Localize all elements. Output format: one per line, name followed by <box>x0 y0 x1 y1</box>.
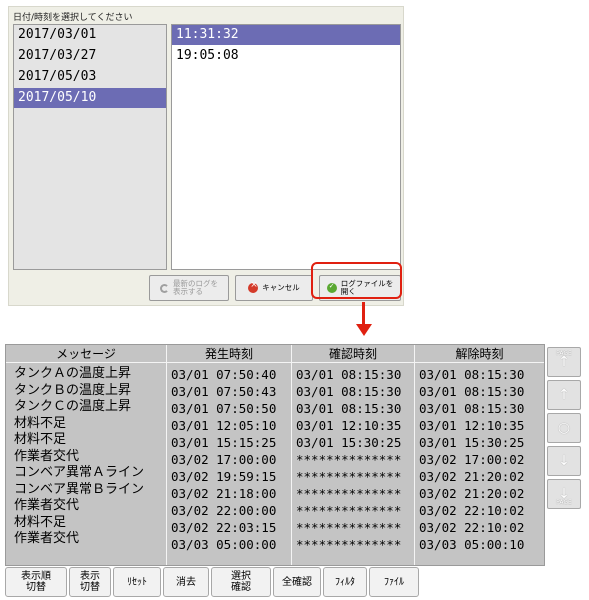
cancel-icon <box>248 281 259 293</box>
cleared-time-cell[interactable]: 03/02 17:00:02 <box>415 451 544 468</box>
occurred-time-cell[interactable]: 03/01 07:50:50 <box>167 400 291 417</box>
message-cells: タンクＡの温度上昇 タンクＢの温度上昇 タンクＣの温度上昇 材料不足 材料不足 作業者交代… <box>6 363 166 548</box>
message-column: メッセージ タンクＡの温度上昇 タンクＢの温度上昇 タンクＣの温度上昇 材料不足 材料不… <box>6 345 166 565</box>
occurred-time-cell[interactable]: 03/02 19:59:15 <box>167 468 291 485</box>
filter-button[interactable]: ﾌｨﾙﾀ <box>323 567 367 597</box>
dialog-title: 日付/時刻を選択してください <box>13 13 133 23</box>
cleared-time-cell[interactable]: 03/01 08:15:30 <box>415 400 544 417</box>
cleared-time-cell[interactable]: 03/01 08:15:30 <box>415 366 544 383</box>
cancel-button[interactable]: キャンセル <box>235 275 313 301</box>
date-item[interactable]: 2017/05/03 <box>14 67 166 87</box>
occurred-time-cell[interactable]: 03/02 21:18:00 <box>167 485 291 502</box>
cancel-label: キャンセル <box>262 283 300 292</box>
highlight-box <box>311 262 402 299</box>
time-item-selected[interactable]: 11:31:32 <box>172 25 400 45</box>
date-item[interactable]: 2017/03/27 <box>14 46 166 66</box>
occurred-time-cell[interactable]: 03/01 07:50:40 <box>167 366 291 383</box>
refresh-icon <box>160 283 169 293</box>
arrow-down-icon <box>362 302 365 326</box>
message-cell[interactable]: コンベア異常Ｂライン <box>6 482 166 499</box>
message-cell[interactable]: コンベア異常Ａライン <box>6 465 166 482</box>
cleared-cells: 03/01 08:15:30 03/01 08:15:30 03/01 08:15:… <box>415 363 544 553</box>
page-label: PAGE <box>556 499 572 506</box>
confirmed-time-cell[interactable]: 03/01 15:30:25 <box>292 434 414 451</box>
confirmed-time-cell[interactable]: 03/01 08:15:30 <box>292 366 414 383</box>
cleared-time-cell[interactable]: 03/01 15:30:25 <box>415 434 544 451</box>
log-file-dialog: 日付/時刻を選択してください 2017/03/01 2017/03/27 201… <box>8 6 404 306</box>
occurred-time-cell[interactable]: 03/01 15:15:25 <box>167 434 291 451</box>
occurred-time-cell[interactable]: 03/01 07:50:43 <box>167 383 291 400</box>
cleared-time-cell[interactable]: 03/02 22:10:02 <box>415 502 544 519</box>
message-cell[interactable]: 材料不足 <box>6 432 166 449</box>
page-up-button[interactable]: PAGE ↑ <box>547 347 581 377</box>
message-cell[interactable]: 作業者交代 <box>6 531 166 548</box>
confirmed-column: 確認時刻 03/01 08:15:30 03/01 08:15:30 03/01 0… <box>291 345 414 565</box>
scroll-down-button[interactable]: ↓ <box>547 446 581 476</box>
confirmed-header: 確認時刻 <box>292 345 414 363</box>
file-button[interactable]: ﾌｧｲﾙ <box>369 567 419 597</box>
arrow-down-icon: ↓ <box>558 453 570 469</box>
occurred-time-cell[interactable]: 03/02 17:00:00 <box>167 451 291 468</box>
confirmed-time-cell[interactable]: 03/01 08:15:30 <box>292 400 414 417</box>
date-item[interactable]: 2017/03/01 <box>14 25 166 45</box>
message-cell[interactable]: 作業者交代 <box>6 498 166 515</box>
occurred-time-cell[interactable]: 03/03 05:00:00 <box>167 536 291 553</box>
message-cell[interactable]: 材料不足 <box>6 416 166 433</box>
cleared-time-cell[interactable]: 03/02 21:20:02 <box>415 485 544 502</box>
display-order-toggle-button[interactable]: 表示順 切替 <box>5 567 67 597</box>
confirm-selected-button[interactable]: 選択 確認 <box>211 567 271 597</box>
occurred-header: 発生時刻 <box>167 345 291 363</box>
date-item-selected[interactable]: 2017/05/10 <box>14 88 166 108</box>
reset-button[interactable]: ﾘｾｯﾄ <box>113 567 161 597</box>
occurred-cells: 03/01 07:50:40 03/01 07:50:43 03/01 07:50:… <box>167 363 291 553</box>
time-item[interactable]: 19:05:08 <box>172 46 400 66</box>
scroll-up-button[interactable]: ↑ <box>547 380 581 410</box>
circle-icon: ○ <box>557 420 571 436</box>
cleared-time-cell[interactable]: 03/02 22:10:02 <box>415 519 544 536</box>
confirmed-time-cell[interactable]: ************** <box>292 536 414 553</box>
show-latest-log-button[interactable]: 最新のログを 表示する <box>149 275 229 301</box>
arrow-up-icon: ↑ <box>558 387 570 403</box>
confirmed-time-cell[interactable]: ************** <box>292 451 414 468</box>
cleared-time-cell[interactable]: 03/03 05:00:10 <box>415 536 544 553</box>
confirmed-cells: 03/01 08:15:30 03/01 08:15:30 03/01 08:15:… <box>292 363 414 553</box>
time-list[interactable]: 11:31:32 19:05:08 <box>171 24 401 270</box>
center-button[interactable]: ○ <box>547 413 581 443</box>
cleared-time-cell[interactable]: 03/02 21:20:02 <box>415 468 544 485</box>
confirmed-time-cell[interactable]: ************** <box>292 519 414 536</box>
confirmed-time-cell[interactable]: ************** <box>292 468 414 485</box>
show-latest-log-label: 最新のログを 表示する <box>173 279 218 296</box>
page-down-button[interactable]: ↓ PAGE <box>547 479 581 509</box>
confirmed-time-cell[interactable]: 03/01 08:15:30 <box>292 383 414 400</box>
cleared-time-cell[interactable]: 03/01 12:10:35 <box>415 417 544 434</box>
occurred-column: 発生時刻 03/01 07:50:40 03/01 07:50:43 03/01 0… <box>166 345 291 565</box>
cleared-time-cell[interactable]: 03/01 08:15:30 <box>415 383 544 400</box>
message-cell[interactable]: タンクＡの温度上昇 <box>6 366 166 383</box>
display-toggle-button[interactable]: 表示 切替 <box>69 567 111 597</box>
alarm-log-table[interactable]: メッセージ タンクＡの温度上昇 タンクＢの温度上昇 タンクＣの温度上昇 材料不足 材料不… <box>5 344 545 566</box>
message-cell[interactable]: タンクＢの温度上昇 <box>6 383 166 400</box>
confirm-all-button[interactable]: 全確認 <box>273 567 321 597</box>
occurred-time-cell[interactable]: 03/01 12:05:10 <box>167 417 291 434</box>
message-cell[interactable]: 作業者交代 <box>6 449 166 466</box>
cleared-header: 解除時刻 <box>415 345 544 363</box>
arrow-head-icon <box>356 324 372 336</box>
delete-button[interactable]: 消去 <box>163 567 209 597</box>
confirmed-time-cell[interactable]: ************** <box>292 502 414 519</box>
message-header: メッセージ <box>6 345 166 363</box>
message-cell[interactable]: 材料不足 <box>6 515 166 532</box>
message-cell[interactable]: タンクＣの温度上昇 <box>6 399 166 416</box>
confirmed-time-cell[interactable]: 03/01 12:10:35 <box>292 417 414 434</box>
cleared-column: 解除時刻 03/01 08:15:30 03/01 08:15:30 03/01 0… <box>414 345 544 565</box>
date-list[interactable]: 2017/03/01 2017/03/27 2017/05/03 2017/05… <box>13 24 167 270</box>
occurred-time-cell[interactable]: 03/02 22:00:00 <box>167 502 291 519</box>
confirmed-time-cell[interactable]: ************** <box>292 485 414 502</box>
occurred-time-cell[interactable]: 03/02 22:03:15 <box>167 519 291 536</box>
page-label: PAGE <box>556 350 572 357</box>
